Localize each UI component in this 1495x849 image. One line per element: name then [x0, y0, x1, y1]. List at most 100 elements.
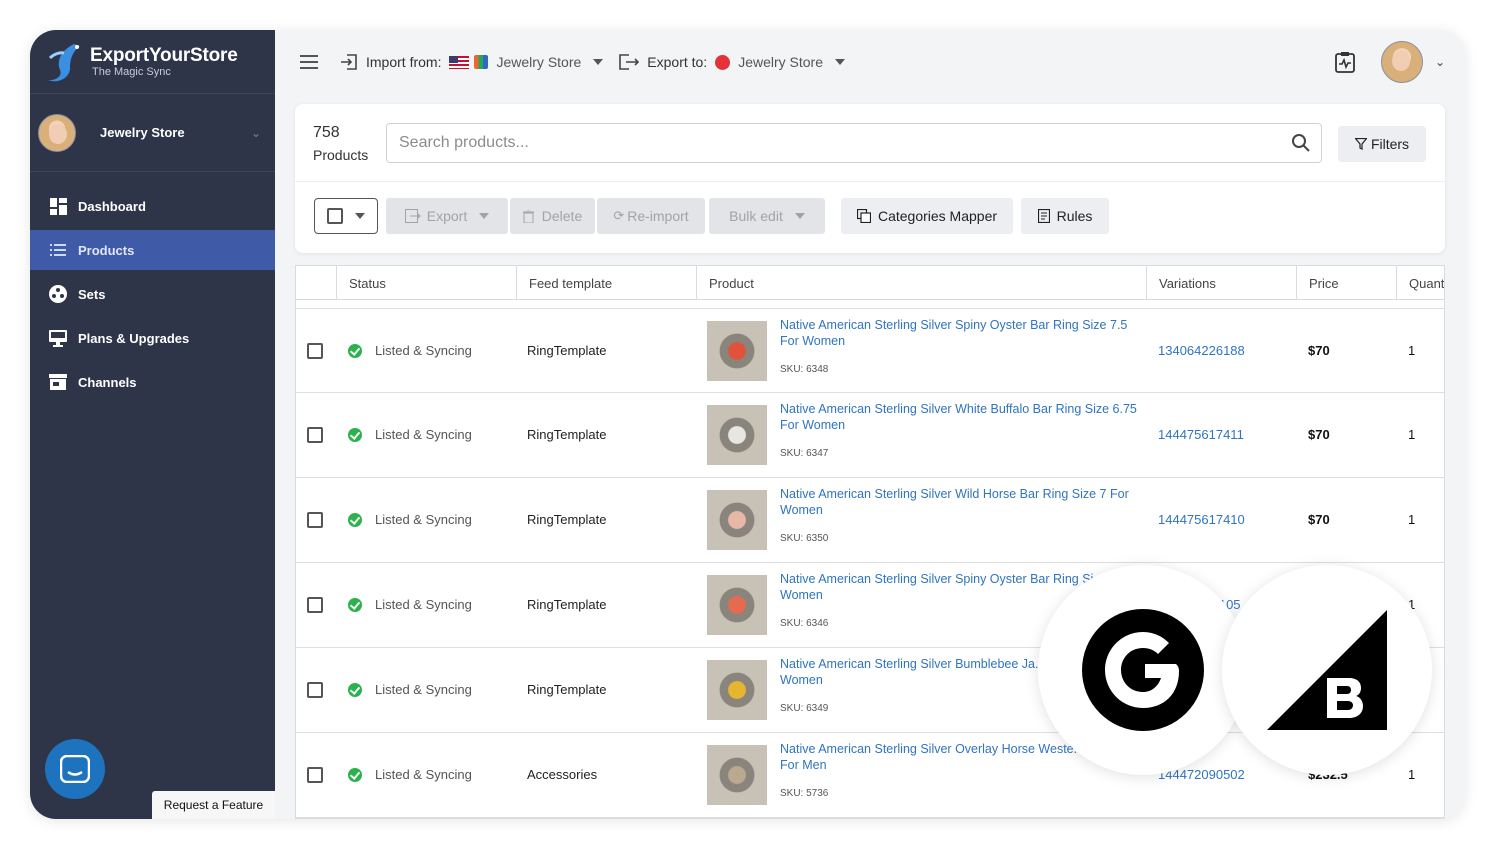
row-checkbox[interactable] — [307, 767, 323, 783]
chat-launcher-button[interactable] — [45, 739, 105, 799]
price-cell: $70 — [1308, 343, 1330, 358]
store-avatar — [38, 113, 76, 152]
product-sku: SKU: 5736 — [780, 788, 829, 799]
sidebar-item-plans[interactable]: Plans & Upgrades — [30, 318, 275, 358]
export-to-selector[interactable]: Export to: Jewelry Store — [619, 54, 846, 70]
status-cell: Listed & Syncing — [348, 512, 472, 527]
status-cell: Listed & Syncing — [348, 767, 472, 782]
export-button[interactable]: Export — [386, 198, 508, 234]
search-box — [386, 123, 1322, 163]
variations-link[interactable]: 134064226188 — [1158, 343, 1245, 358]
search-icon[interactable] — [1281, 134, 1321, 152]
row-checkbox[interactable] — [307, 512, 323, 528]
check-circle-icon — [348, 767, 362, 782]
status-text: Listed & Syncing — [375, 512, 472, 527]
variations-link[interactable]: 144475617410 — [1158, 512, 1245, 527]
table-row[interactable]: Listed & Syncing RingTemplate Native Ame… — [296, 393, 1444, 478]
store-name: Jewelry Store — [100, 125, 185, 140]
product-thumbnail[interactable] — [707, 405, 767, 465]
product-thumbnail[interactable] — [707, 575, 767, 635]
delete-button[interactable]: Delete — [510, 198, 595, 234]
quantity-cell: 1 — [1408, 343, 1416, 358]
search-input[interactable] — [399, 134, 1281, 152]
categories-mapper-button[interactable]: Categories Mapper — [841, 198, 1013, 234]
trash-icon — [522, 209, 534, 223]
sidebar-item-dashboard[interactable]: Dashboard — [30, 186, 275, 226]
sidebar-item-channels[interactable]: Channels — [30, 362, 275, 402]
status-cell: Listed & Syncing — [348, 343, 472, 358]
products-header-card: 758 Products Filters Export — [295, 104, 1445, 253]
hamburger-menu-icon[interactable] — [300, 55, 318, 69]
user-avatar[interactable] — [1380, 41, 1423, 83]
store-selector[interactable]: Jewelry Store ⌄ — [30, 94, 275, 172]
top-bar: Import from: Jewelry Store Export to: Je… — [275, 30, 1465, 94]
column-header-product[interactable]: Product — [696, 266, 1146, 300]
row-checkbox[interactable] — [307, 427, 323, 443]
select-all-dropdown[interactable] — [314, 198, 378, 234]
caret-down-icon — [479, 213, 490, 219]
row-checkbox[interactable] — [307, 597, 323, 613]
product-sku: SKU: 6349 — [780, 703, 829, 714]
sidebar-item-label: Dashboard — [78, 198, 146, 214]
import-from-selector[interactable]: Import from: Jewelry Store — [340, 54, 604, 70]
column-header-feed-template[interactable]: Feed template — [516, 266, 696, 300]
bulk-edit-label: Bulk edit — [729, 208, 783, 224]
us-flag-icon — [449, 55, 470, 69]
select-all-checkbox[interactable] — [327, 208, 343, 224]
reimport-button[interactable]: ⟳ Re-import — [597, 198, 705, 234]
logo-icon — [44, 40, 84, 84]
brand-logo[interactable]: ExportYourStore The Magic Sync — [30, 30, 275, 94]
table-row[interactable]: Listed & Syncing RingTemplate Native Ame… — [296, 478, 1444, 563]
product-title-link[interactable]: Native American Sterling Silver Spiny Oy… — [780, 317, 1140, 349]
export-label: Export to: — [647, 54, 708, 70]
sidebar-item-label: Plans & Upgrades — [78, 330, 190, 346]
status-text: Listed & Syncing — [375, 427, 472, 442]
status-cell: Listed & Syncing — [348, 427, 472, 442]
sidebar-item-label: Sets — [78, 286, 106, 302]
product-thumbnail[interactable] — [707, 660, 767, 720]
export-icon — [619, 54, 640, 70]
product-thumbnail[interactable] — [707, 490, 767, 550]
caret-down-icon — [355, 213, 365, 219]
row-checkbox[interactable] — [307, 343, 323, 359]
chevron-down-icon: ⌄ — [250, 125, 261, 140]
column-header-variations[interactable]: Variations — [1146, 266, 1296, 300]
clipboard-activity-icon[interactable] — [1335, 51, 1355, 73]
request-feature-button[interactable]: Request a Feature — [152, 791, 275, 819]
feed-template-cell: RingTemplate — [527, 682, 607, 697]
rules-label: Rules — [1056, 208, 1093, 224]
feed-template-cell: RingTemplate — [527, 343, 607, 358]
product-title-link[interactable]: Native American Sterling Silver Wild Hor… — [780, 486, 1140, 518]
refresh-icon: ⟳ — [613, 208, 625, 223]
feed-template-cell: RingTemplate — [527, 597, 607, 612]
chevron-down-icon[interactable]: ⌄ — [1435, 55, 1445, 69]
column-header-status[interactable]: Status — [336, 266, 516, 300]
delete-label: Delete — [541, 208, 583, 224]
filter-icon — [1354, 138, 1367, 150]
reimport-label: Re-import — [627, 208, 689, 224]
status-cell: Listed & Syncing — [348, 682, 472, 697]
check-circle-icon — [348, 597, 362, 612]
brand-tagline: The Magic Sync — [92, 66, 171, 78]
sets-icon — [48, 285, 68, 303]
variations-link[interactable]: 144475617411 — [1158, 427, 1244, 442]
check-circle-icon — [348, 682, 362, 697]
monitor-icon — [48, 329, 68, 347]
sidebar-item-products[interactable]: Products — [30, 230, 275, 270]
bulk-actions-toolbar: Export Delete ⟳ Re-import Bulk edit Cate… — [314, 198, 1109, 234]
sidebar-item-sets[interactable]: Sets — [30, 274, 275, 314]
column-header-quantity[interactable]: Quant — [1396, 266, 1444, 300]
row-checkbox[interactable] — [307, 682, 323, 698]
column-header-price[interactable]: Price — [1296, 266, 1396, 300]
status-text: Listed & Syncing — [375, 343, 472, 358]
bulk-edit-button[interactable]: Bulk edit — [709, 198, 825, 234]
product-title-link[interactable]: Native American Sterling Silver White Bu… — [780, 401, 1140, 433]
filters-button[interactable]: Filters — [1338, 126, 1426, 162]
table-row[interactable]: Listed & Syncing RingTemplate Native Ame… — [296, 308, 1444, 393]
rules-button[interactable]: Rules — [1021, 198, 1109, 234]
product-thumbnail[interactable] — [707, 321, 767, 381]
product-sku: SKU: 6348 — [780, 364, 829, 375]
list-icon — [48, 241, 68, 259]
import-label: Import from: — [366, 54, 442, 70]
product-thumbnail[interactable] — [707, 745, 767, 805]
